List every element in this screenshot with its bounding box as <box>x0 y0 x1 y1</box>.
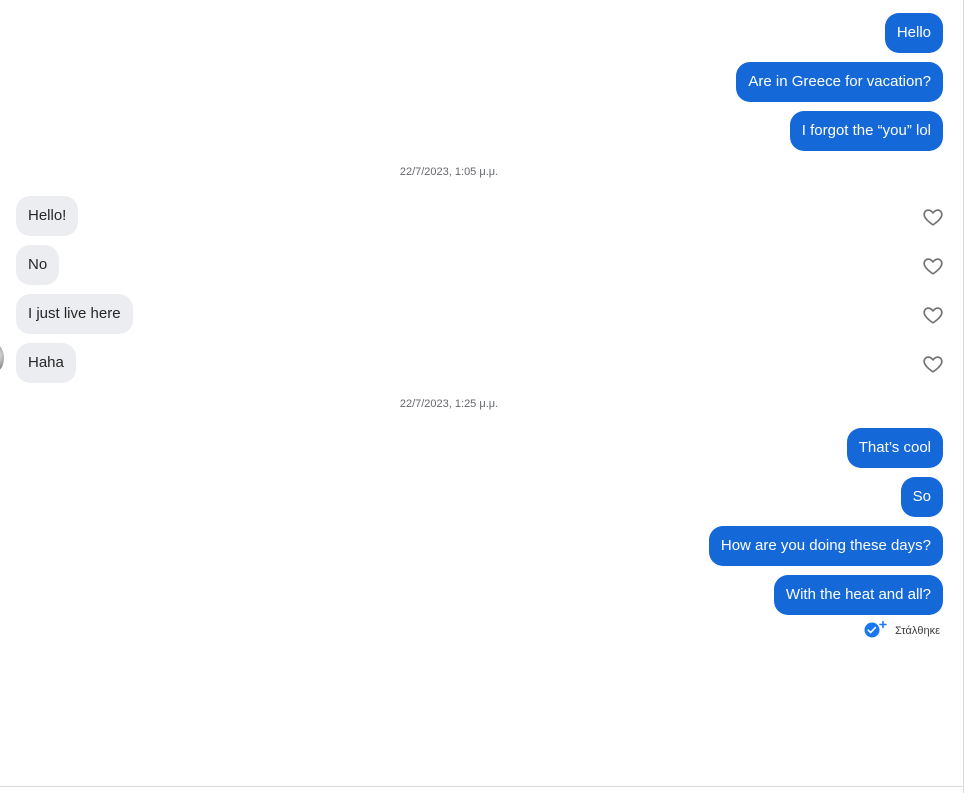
heart-outline-icon[interactable] <box>922 304 944 326</box>
timestamp: 22/7/2023, 1:05 μ.μ. <box>399 166 499 178</box>
incoming-message[interactable]: Haha <box>16 343 76 383</box>
outgoing-message[interactable]: Are in Greece for vacation? <box>736 62 943 102</box>
status-label: Στάλθηκε <box>895 625 940 637</box>
outgoing-message[interactable]: With the heat and all? <box>773 575 943 615</box>
incoming-message[interactable]: Hello! <box>16 196 79 236</box>
outgoing-message[interactable]: Hello <box>884 13 943 53</box>
sent-check-icon <box>863 620 889 643</box>
outgoing-message[interactable]: That’s cool <box>846 428 943 468</box>
composer-divider <box>0 786 964 787</box>
outgoing-message[interactable]: How are you doing these days? <box>708 526 943 566</box>
timestamp: 22/7/2023, 1:25 μ.μ. <box>399 398 499 410</box>
outgoing-message[interactable]: So <box>900 477 943 517</box>
outgoing-message[interactable]: I forgot the “you” lol <box>789 111 943 151</box>
incoming-message[interactable]: I just live here <box>16 294 133 334</box>
heart-outline-icon[interactable] <box>922 353 944 375</box>
message-status: Στάλθηκε <box>863 620 940 643</box>
heart-outline-icon[interactable] <box>922 206 944 228</box>
avatar[interactable] <box>0 344 4 372</box>
heart-outline-icon[interactable] <box>922 255 944 277</box>
incoming-message[interactable]: No <box>16 245 60 285</box>
